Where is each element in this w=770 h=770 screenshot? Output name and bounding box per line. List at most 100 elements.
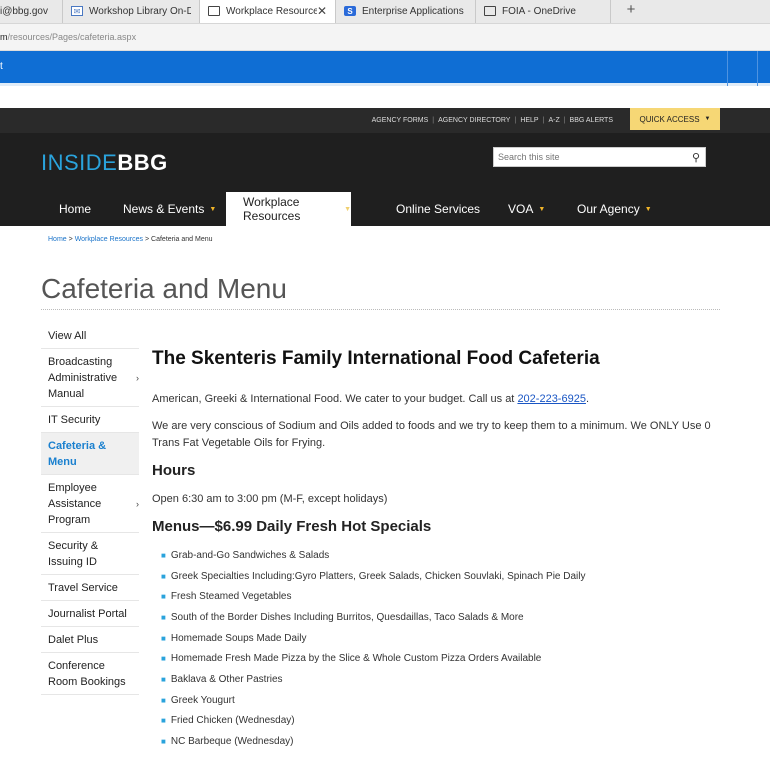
- utility-link-a-z[interactable]: A-Z: [548, 117, 559, 124]
- tab-label: Workplace Resources C: [226, 5, 317, 17]
- search-input[interactable]: [494, 152, 687, 162]
- search-box: ⚲: [493, 147, 706, 167]
- tab-label: Enterprise Applications Limi: [362, 5, 467, 17]
- chevron-right-icon: ›: [136, 373, 139, 383]
- sidebar-nav: View All Broadcasting Administrative Man…: [41, 323, 139, 695]
- hours-heading: Hours: [152, 462, 196, 479]
- bullet-icon: ■: [161, 633, 166, 643]
- sidebar-item-view-all[interactable]: View All: [41, 323, 139, 349]
- nav-home[interactable]: Home: [59, 192, 91, 226]
- list-item: ■ Grab-and-Go Sandwiches & Salads: [152, 545, 712, 566]
- bullet-icon: ■: [161, 716, 166, 726]
- main-nav: Home News & Events ▼ Workplace Resources…: [0, 192, 770, 226]
- nav-label: VOA: [508, 202, 534, 216]
- address-bar[interactable]: m/resources/Pages/cafeteria.aspx: [0, 24, 770, 51]
- nav-our-agency[interactable]: Our Agency ▼: [577, 192, 652, 226]
- menu-item-label: Homemade Soups Made Daily: [170, 632, 307, 644]
- menu-item-label: Greek Specialties Including:Gyro Platter…: [170, 570, 586, 582]
- quick-access-button[interactable]: QUICK ACCESS ▼: [630, 108, 720, 130]
- site-logo[interactable]: INSIDEBBG: [41, 150, 168, 176]
- new-tab-button[interactable]: +: [611, 0, 651, 23]
- title-divider: [41, 309, 720, 310]
- logo-text: INSIDE: [41, 150, 118, 175]
- list-item: ■ Greek Yougurt: [152, 690, 712, 711]
- utility-link-bbg-alerts[interactable]: BBG ALERTS: [570, 117, 613, 124]
- sidebar-item-cafeteria-menu[interactable]: Cafeteria & Menu: [41, 433, 139, 475]
- menu-item-label: Greek Yougurt: [170, 694, 235, 706]
- nav-label: Workplace Resources: [243, 195, 301, 223]
- divider: |: [563, 117, 566, 124]
- tab-label: Workshop Library On-Dema: [89, 5, 191, 17]
- breadcrumb: Home > Workplace Resources > Cafeteria a…: [48, 236, 213, 243]
- chevron-right-icon: ›: [136, 499, 139, 509]
- bullet-icon: ■: [161, 571, 166, 581]
- nav-online-services[interactable]: Online Services: [396, 192, 480, 226]
- phone-link[interactable]: 202-223-6925: [517, 393, 586, 405]
- list-item: ■ NC Barbeque (Wednesday): [152, 731, 712, 752]
- intro-end: .: [585, 393, 590, 405]
- breadcrumb-sep: >: [144, 236, 150, 243]
- breadcrumb-parent-link[interactable]: Workplace Resources: [75, 236, 143, 243]
- browser-tab-3[interactable]: S Enterprise Applications Limi: [336, 0, 476, 23]
- list-item: ■ Fresh Steamed Vegetables: [152, 586, 712, 607]
- sidebar-item-journalist-portal[interactable]: Journalist Portal: [41, 601, 139, 627]
- sidebar-item-dalet-plus[interactable]: Dalet Plus: [41, 627, 139, 653]
- caret-down-icon: ▼: [538, 205, 546, 213]
- list-item: ■ Greek Specialties Including:Gyro Platte…: [152, 566, 712, 587]
- breadcrumb-sep: >: [68, 236, 73, 243]
- list-item: ■ Homemade Fresh Made Pizza by the Slice …: [152, 648, 712, 669]
- browser-tab-4[interactable]: FOIA - OneDrive: [476, 0, 611, 23]
- sidebar-item-broadcasting-administrative-manual[interactable]: Broadcasting Administrative Manual ›: [41, 349, 139, 407]
- sidebar-item-label: IT Security: [48, 414, 101, 426]
- sidebar-item-employee-assistance-program[interactable]: Employee Assistance Program ›: [41, 475, 139, 533]
- menu-item-label: Baklava & Other Pastries: [170, 673, 283, 685]
- bullet-icon: ■: [161, 592, 166, 602]
- sidebar-item-it-security[interactable]: IT Security: [41, 407, 139, 433]
- main-content: The Skenteris Family International Food …: [152, 348, 712, 752]
- nav-voa[interactable]: VOA ▼: [508, 192, 545, 226]
- list-item: ■ South of the Border Dishes Including Bu…: [152, 607, 712, 628]
- utility-link-agency-directory[interactable]: AGENCY DIRECTORY: [438, 117, 510, 124]
- tab-label: i@bbg.gov: [0, 5, 48, 17]
- close-icon[interactable]: ✕: [317, 4, 327, 18]
- utility-link-agency-forms[interactable]: AGENCY FORMS: [372, 117, 429, 124]
- hours-text: Open 6:30 am to 3:00 pm (M-F, except hol…: [152, 493, 388, 505]
- page-title: Cafeteria and Menu: [41, 273, 287, 304]
- bullet-icon: ■: [161, 695, 166, 705]
- menu-list: ■ Grab-and-Go Sandwiches & Salads ■ Greek …: [152, 545, 712, 752]
- sidebar-item-label: Journalist Portal: [48, 608, 127, 620]
- nav-workplace-resources[interactable]: Workplace Resources ▼: [226, 192, 351, 226]
- breadcrumb-home-link[interactable]: Home: [48, 236, 67, 243]
- sidebar-item-label: Travel Service: [48, 582, 118, 594]
- cafeteria-title: The Skenteris Family International Food …: [152, 348, 600, 369]
- divider: |: [514, 117, 517, 124]
- menu-item-label: Grab-and-Go Sandwiches & Salads: [170, 549, 330, 561]
- sharepoint-icon: S: [344, 6, 356, 16]
- address-domain: m: [0, 32, 8, 42]
- caret-down-icon: ▼: [704, 116, 711, 122]
- window-icon: [484, 6, 496, 16]
- sidebar-item-label: Conference Room Bookings: [48, 660, 126, 688]
- utility-link-help[interactable]: HELP: [520, 117, 538, 124]
- sidebar-item-conference-room-bookings[interactable]: Conference Room Bookings: [41, 653, 139, 695]
- browser-tab-0[interactable]: i@bbg.gov: [0, 0, 63, 23]
- browser-tab-2-active[interactable]: Workplace Resources C ✕: [200, 0, 336, 23]
- browser-tab-1[interactable]: ✉ Workshop Library On-Dema: [63, 0, 200, 23]
- bullet-icon: ■: [161, 674, 166, 684]
- logo-text-bbg: BBG: [117, 150, 168, 175]
- tab-label: FOIA - OneDrive: [502, 5, 576, 17]
- nav-news-events[interactable]: News & Events ▼: [123, 192, 216, 226]
- sidebar-item-security-issuing-id[interactable]: Security & Issuing ID: [41, 533, 139, 575]
- breadcrumb-current: Cafeteria and Menu: [151, 236, 213, 243]
- site-header: INSIDEBBG ⚲: [0, 133, 770, 192]
- nav-label: Online Services: [396, 202, 481, 216]
- divider: |: [432, 117, 435, 124]
- sidebar-item-label: Security & Issuing ID: [48, 540, 99, 568]
- sidebar-item-travel-service[interactable]: Travel Service: [41, 575, 139, 601]
- quick-access-label: QUICK ACCESS: [639, 114, 700, 124]
- divider: [757, 51, 758, 86]
- sidebar-item-label: Employee Assistance Program: [48, 482, 102, 526]
- search-icon[interactable]: ⚲: [687, 151, 705, 164]
- menu-item-label: Fried Chicken (Wednesday): [170, 715, 295, 727]
- caret-down-icon: ▼: [644, 205, 652, 213]
